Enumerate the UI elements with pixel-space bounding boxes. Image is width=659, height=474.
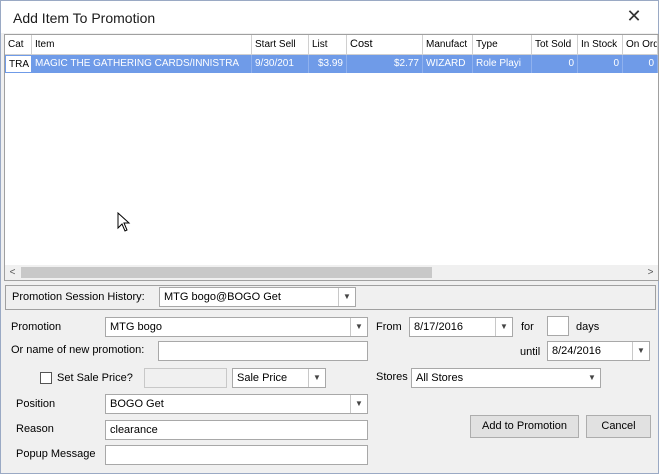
session-history-label: Promotion Session History: [12, 291, 145, 303]
col-header-tot-sold[interactable]: Tot Sold [532, 35, 578, 54]
calendar-dropdown-icon[interactable]: ▼ [495, 318, 512, 336]
col-header-cat[interactable]: Cat [5, 35, 32, 54]
col-header-type[interactable]: Type [473, 35, 532, 54]
sale-price-input[interactable] [144, 368, 227, 388]
scroll-left-icon[interactable]: < [5, 265, 20, 280]
window-title: Add Item To Promotion [13, 10, 156, 26]
position-label: Position [16, 398, 56, 410]
price-type-dropdown[interactable]: Sale Price ▼ [232, 368, 326, 388]
sale-price-checkbox[interactable] [40, 372, 52, 384]
until-date-value: 8/24/2016 [552, 345, 601, 357]
calendar-dropdown-icon[interactable]: ▼ [632, 342, 649, 360]
col-header-on-ord[interactable]: On Ord [623, 35, 658, 54]
col-header-manufact[interactable]: Manufact [423, 35, 473, 54]
new-promotion-input[interactable] [158, 341, 368, 361]
grid-header: Cat Item Start Sell List Cost Manufact T… [5, 35, 658, 55]
promotion-label: Promotion [11, 321, 62, 333]
horizontal-scrollbar[interactable]: < > [5, 265, 658, 280]
scrollbar-thumb[interactable] [21, 267, 432, 278]
price-type-value: Sale Price [237, 372, 288, 384]
cell-manufact[interactable]: WIZARD [423, 55, 473, 73]
mouse-pointer-icon [117, 212, 131, 232]
reason-label: Reason [16, 423, 54, 435]
item-grid[interactable]: Cat Item Start Sell List Cost Manufact T… [4, 34, 659, 281]
scroll-right-icon[interactable]: > [643, 265, 658, 280]
session-history-value: MTG bogo@BOGO Get [164, 291, 281, 303]
until-label: until [520, 346, 541, 358]
cell-type[interactable]: Role Playi [473, 55, 532, 73]
sale-price-label: Set Sale Price? [57, 372, 133, 384]
dialog-window: Add Item To Promotion ✕ Cat Item Start S… [0, 0, 659, 474]
title-bar: Add Item To Promotion ✕ [1, 1, 658, 33]
from-label: From [376, 321, 402, 333]
stores-value: All Stores [416, 372, 464, 384]
add-to-promotion-button[interactable]: Add to Promotion [470, 415, 579, 438]
popup-message-input[interactable] [105, 445, 368, 465]
cell-in-stock[interactable]: 0 [578, 55, 623, 73]
from-date-value: 8/17/2016 [414, 321, 463, 333]
chevron-down-icon[interactable]: ▼ [350, 318, 367, 336]
cell-item[interactable]: MAGIC THE GATHERING CARDS/INNISTRA [32, 55, 252, 73]
stores-label: Stores [376, 371, 408, 383]
col-header-start-sell[interactable]: Start Sell [252, 35, 309, 54]
until-date-picker[interactable]: 8/24/2016 ▼ [547, 341, 650, 361]
cell-list[interactable]: $3.99 [309, 55, 347, 73]
position-dropdown[interactable]: BOGO Get ▼ [105, 394, 368, 414]
stores-dropdown[interactable]: All Stores ▼ [411, 368, 601, 388]
chevron-down-icon[interactable]: ▼ [338, 288, 355, 306]
cell-cost[interactable]: $2.77 [347, 55, 423, 73]
cell-on-ord[interactable]: 0 [623, 55, 658, 73]
cell-cat[interactable]: TRA [5, 55, 32, 73]
from-date-picker[interactable]: 8/17/2016 ▼ [409, 317, 513, 337]
for-label: for [521, 321, 534, 333]
reason-input[interactable]: clearance [105, 420, 368, 440]
table-row[interactable]: TRA MAGIC THE GATHERING CARDS/INNISTRA 9… [5, 55, 658, 73]
session-history-bar: Promotion Session History: MTG bogo@BOGO… [5, 285, 656, 310]
cell-start-sell[interactable]: 9/30/201 [252, 55, 309, 73]
cell-tot-sold[interactable]: 0 [532, 55, 578, 73]
close-icon[interactable]: ✕ [624, 6, 644, 27]
new-promotion-label: Or name of new promotion: [11, 344, 145, 356]
popup-message-label: Popup Message [16, 448, 96, 460]
col-header-in-stock[interactable]: In Stock [578, 35, 623, 54]
days-input[interactable] [547, 316, 569, 336]
chevron-down-icon[interactable]: ▼ [350, 395, 367, 413]
promotion-value: MTG bogo [110, 321, 162, 333]
col-header-cost[interactable]: Cost [347, 35, 423, 54]
session-history-dropdown[interactable]: MTG bogo@BOGO Get ▼ [159, 287, 356, 307]
col-header-list[interactable]: List [309, 35, 347, 54]
cancel-button[interactable]: Cancel [586, 415, 651, 438]
chevron-down-icon[interactable]: ▼ [584, 369, 600, 387]
position-value: BOGO Get [110, 398, 164, 410]
chevron-down-icon[interactable]: ▼ [308, 369, 325, 387]
col-header-item[interactable]: Item [32, 35, 252, 54]
promotion-dropdown[interactable]: MTG bogo ▼ [105, 317, 368, 337]
days-label: days [576, 321, 600, 333]
